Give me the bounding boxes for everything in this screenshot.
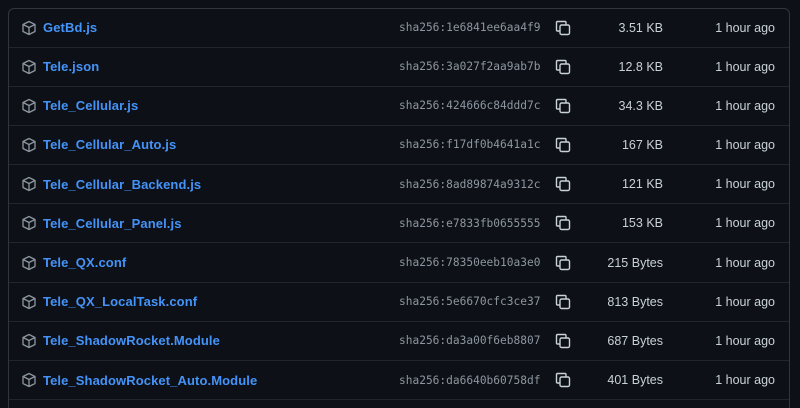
package-icon xyxy=(21,176,37,192)
file-name-link[interactable]: Tele_Cellular_Backend.js xyxy=(43,177,201,192)
file-hash: sha256:78350eeb10a3e0 xyxy=(399,256,541,270)
file-timestamp: 1 hour ago xyxy=(715,98,775,113)
package-icon xyxy=(21,333,37,349)
file-name-link[interactable]: Tele_Cellular_Auto.js xyxy=(43,137,176,152)
file-row: Tele_Cellular_Panel.js sha256:e7833fb065… xyxy=(9,204,789,244)
file-size: 12.8 KB xyxy=(618,59,663,74)
file-size: 167 KB xyxy=(621,137,663,152)
file-name-link[interactable]: Tele_Cellular_Panel.js xyxy=(43,216,182,231)
package-icon xyxy=(21,20,37,36)
file-hash: sha256:da3a00f6eb8807 xyxy=(399,334,541,348)
file-size: 401 Bytes xyxy=(607,373,663,388)
file-row: GetBd.js sha256:1e6841ee6aa4f9 3.51 KB 1… xyxy=(9,9,789,48)
file-hash: sha256:da6640b60758df xyxy=(399,373,541,387)
file-hash: sha256:3a027f2aa9ab7b xyxy=(399,60,541,74)
file-name-link[interactable]: Tele_QX_LocalTask.conf xyxy=(43,294,197,309)
file-size: 215 Bytes xyxy=(607,255,663,270)
package-icon xyxy=(21,59,37,75)
file-size: 34.3 KB xyxy=(618,98,663,113)
file-timestamp: 1 hour ago xyxy=(715,137,775,152)
copy-icon[interactable] xyxy=(554,58,572,76)
file-row: Tele.json sha256:3a027f2aa9ab7b 12.8 KB … xyxy=(9,48,789,87)
file-name-link[interactable]: Tele_ShadowRocket_Auto.Module xyxy=(43,373,257,388)
copy-icon[interactable] xyxy=(554,293,572,311)
file-timestamp: 1 hour ago xyxy=(715,373,775,388)
file-size: 687 Bytes xyxy=(607,333,663,348)
file-timestamp: 1 hour ago xyxy=(715,294,775,309)
file-timestamp: 1 hour ago xyxy=(715,177,775,192)
file-hash: sha256:424666c84ddd7c xyxy=(399,99,541,113)
file-timestamp: 1 hour ago xyxy=(715,20,775,35)
file-size: 121 KB xyxy=(621,177,663,192)
file-hash: sha256:8ad89874a9312c xyxy=(399,177,541,191)
package-icon xyxy=(21,294,37,310)
copy-icon[interactable] xyxy=(554,97,572,115)
package-icon xyxy=(21,215,37,231)
file-row: Tele_ShadowRocket_Auto.Module sha256:da6… xyxy=(9,361,789,401)
file-row: Tele_QX.conf sha256:78350eeb10a3e0 215 B… xyxy=(9,243,789,283)
copy-icon[interactable] xyxy=(554,332,572,350)
file-hash: sha256:1e6841ee6aa4f9 xyxy=(399,21,541,35)
copy-icon[interactable] xyxy=(554,371,572,389)
package-icon xyxy=(21,137,37,153)
package-icon xyxy=(21,372,37,388)
file-list: GetBd.js sha256:1e6841ee6aa4f9 3.51 KB 1… xyxy=(8,8,790,408)
file-row: Tele_QX_LocalTask.conf sha256:5e6670cfc3… xyxy=(9,283,789,322)
file-timestamp: 1 hour ago xyxy=(715,216,775,231)
file-hash: sha256:f17df0b4641a1c xyxy=(399,138,541,152)
file-timestamp: 1 hour ago xyxy=(715,255,775,270)
file-hash: sha256:5e6670cfc3ce37 xyxy=(399,295,541,309)
copy-icon[interactable] xyxy=(554,136,572,154)
file-row: Tele_Cellular_Backend.js sha256:8ad89874… xyxy=(9,165,789,205)
copy-icon[interactable] xyxy=(554,175,572,193)
file-hash: sha256:e7833fb0655555 xyxy=(399,216,541,230)
file-name-link[interactable]: Tele_Cellular.js xyxy=(43,98,138,113)
file-row: Tele_Cellular.js sha256:424666c84ddd7c 3… xyxy=(9,87,789,126)
file-size: 813 Bytes xyxy=(607,294,663,309)
file-name-link[interactable]: Tele.json xyxy=(43,59,99,74)
file-timestamp: 1 hour ago xyxy=(715,333,775,348)
file-name-link[interactable]: GetBd.js xyxy=(43,20,97,35)
file-row: Tele_Cellular_Auto.js sha256:f17df0b4641… xyxy=(9,126,789,166)
file-name-link[interactable]: Tele_QX.conf xyxy=(43,255,126,270)
package-icon xyxy=(21,255,37,271)
file-timestamp: 1 hour ago xyxy=(715,59,775,74)
copy-icon[interactable] xyxy=(554,19,572,37)
file-size: 3.51 KB xyxy=(618,20,663,35)
copy-icon[interactable] xyxy=(554,214,572,232)
copy-icon[interactable] xyxy=(554,254,572,272)
package-icon xyxy=(21,98,37,114)
file-name-link[interactable]: Tele_ShadowRocket.Module xyxy=(43,333,220,348)
file-row: Tele_ShadowRocket.Module sha256:da3a00f6… xyxy=(9,322,789,361)
file-size: 153 KB xyxy=(621,216,663,231)
